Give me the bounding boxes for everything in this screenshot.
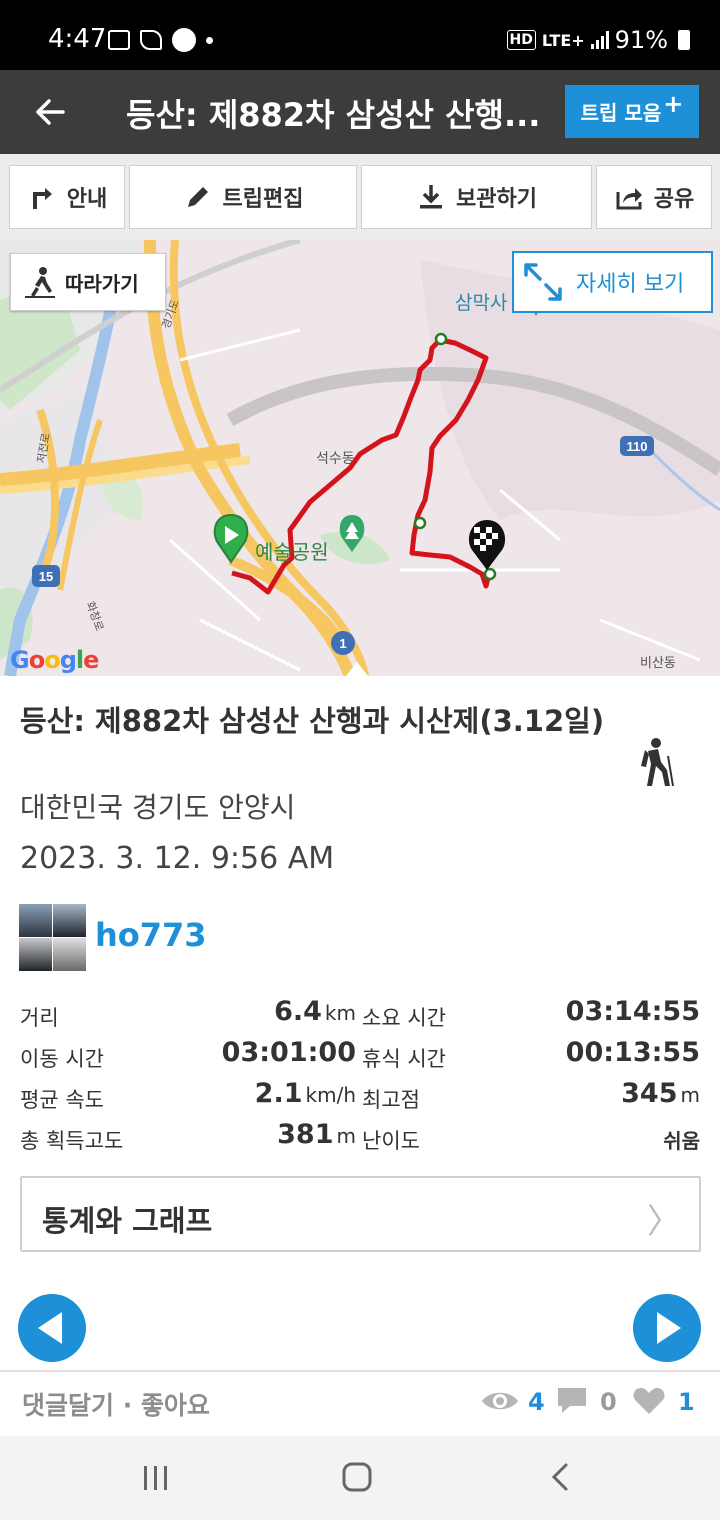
stats-graph-button[interactable]: 통계와 그래프 〉 <box>20 1176 701 1252</box>
detail-view-button[interactable]: 자세히 보기 <box>512 251 713 313</box>
map-label-temple: 삼막사 <box>455 292 508 314</box>
elevation-gain-label: 총 획득고도 <box>20 1129 124 1153</box>
app-badge-icon <box>172 28 196 52</box>
plus-icon: + <box>663 89 684 118</box>
status-time: 4:47 <box>48 24 107 54</box>
route-map[interactable]: 110 15 1 삼막사 석수동 예술공원 비산동 경기도 저전로 화창로 따라… <box>0 240 720 676</box>
duration-value: 03:14:55 <box>565 996 700 1027</box>
save-label: 보관하기 <box>456 187 537 212</box>
rest-time-value: 00:13:55 <box>565 1037 700 1068</box>
heart-icon[interactable] <box>632 1386 666 1416</box>
stats-row: 거리 6.4 km 소요 시간 03:14:55 <box>20 996 700 1037</box>
stats-graph-label: 통계와 그래프 <box>42 1204 213 1238</box>
avatar[interactable] <box>19 904 86 971</box>
elevation-gain-value: 381 m <box>277 1119 356 1150</box>
google-attribution: Google <box>10 646 99 674</box>
username-link[interactable]: ho773 <box>95 916 207 954</box>
moving-time-value: 03:01:00 <box>221 1037 356 1068</box>
peak-label: 최고점 <box>362 1088 420 1112</box>
chevron-right-icon: 〉 <box>647 1202 681 1242</box>
views-count: 4 <box>528 1388 545 1416</box>
edit-trip-button[interactable]: 트립편집 <box>129 165 357 229</box>
more-dot-icon <box>206 36 213 44</box>
triangle-right-icon <box>657 1312 681 1344</box>
trip-location: 대한민국 경기도 안양시 <box>20 791 296 824</box>
recent-apps-icon[interactable] <box>140 1464 172 1492</box>
walker-icon <box>25 267 55 298</box>
gallery-icon <box>108 30 130 50</box>
signal-icon <box>590 31 609 49</box>
trip-title: 등산: 제882차 삼성산 산행과 시산제(3.12일) <box>20 704 605 738</box>
back-nav-icon[interactable] <box>548 1462 572 1492</box>
back-arrow-icon[interactable] <box>30 92 70 132</box>
distance-label: 거리 <box>20 1006 59 1030</box>
stats-row: 이동 시간 03:01:00 휴식 시간 00:13:55 <box>20 1037 700 1078</box>
download-icon <box>420 185 443 209</box>
page-title: 등산: 제882차 삼성산 산행... <box>126 96 541 134</box>
trip-stats: 거리 6.4 km 소요 시간 03:14:55 이동 시간 03:01:00 휴… <box>20 996 700 1160</box>
trip-datetime: 2023. 3. 12. 9:56 AM <box>20 841 335 876</box>
save-button[interactable]: 보관하기 <box>361 165 592 229</box>
notification-icons <box>108 28 213 52</box>
waypoint-marker[interactable] <box>434 332 448 346</box>
edit-trip-label: 트립편집 <box>222 187 304 212</box>
expand-icon <box>524 263 562 301</box>
social-bar: 댓글달기 · 좋아요 4 0 1 <box>0 1372 720 1434</box>
difficulty-value: 쉬움 <box>663 1129 700 1153</box>
comment-like-link[interactable]: 댓글달기 · 좋아요 <box>22 1386 210 1422</box>
stats-row: 총 획득고도 381 m 난이도 쉬움 <box>20 1119 700 1160</box>
hiking-icon <box>641 738 674 787</box>
peak-value: 345 m <box>621 1078 700 1109</box>
feather-icon <box>140 30 162 50</box>
share-label: 공유 <box>653 187 695 212</box>
duration-label: 소요 시간 <box>362 1006 446 1030</box>
home-icon[interactable] <box>340 1460 374 1494</box>
battery-icon <box>678 30 690 50</box>
waypoint-marker[interactable] <box>413 516 427 530</box>
trip-collection-button[interactable]: 트립 모음 + <box>565 85 699 138</box>
turn-arrow-icon <box>32 188 52 209</box>
waypoint-marker[interactable] <box>483 567 497 581</box>
detail-label: 자세히 보기 <box>576 272 685 297</box>
network-type: LTE+ <box>541 30 585 50</box>
pencil-icon <box>187 187 208 207</box>
eye-icon <box>482 1392 518 1410</box>
app-bar: 등산: 제882차 삼성산 산행... 트립 모음 + <box>0 70 720 154</box>
route-shield-1-label: 1 <box>339 636 346 651</box>
system-icons: HD LTE+ 91% <box>506 26 690 54</box>
system-nav-bar <box>0 1436 720 1520</box>
route-shield-15-label: 15 <box>39 569 53 584</box>
likes-count: 1 <box>678 1388 695 1416</box>
guide-label: 안내 <box>66 187 108 212</box>
triangle-left-icon <box>38 1312 62 1344</box>
distance-value: 6.4 km <box>274 996 356 1027</box>
stats-row: 평균 속도 2.1 km/h 최고점 345 m <box>20 1078 700 1119</box>
map-label-bisan: 비산동 <box>640 656 676 671</box>
rest-time-label: 휴식 시간 <box>362 1047 446 1071</box>
follow-label: 따라가기 <box>65 271 139 296</box>
guide-button[interactable]: 안내 <box>9 165 125 229</box>
previous-trip-button[interactable] <box>18 1294 86 1362</box>
comments-count: 0 <box>600 1388 617 1416</box>
action-toolbar: 안내 트립편집 보관하기 공유 <box>0 154 720 240</box>
hd-badge: HD <box>506 30 536 50</box>
share-button[interactable]: 공유 <box>596 165 712 229</box>
follow-button[interactable]: 따라가기 <box>10 253 166 311</box>
map-label-seoksu: 석수동 <box>316 451 355 467</box>
share-icon <box>616 188 642 210</box>
map-label-park: 예술공원 <box>255 540 329 564</box>
battery-percent: 91% <box>614 26 668 54</box>
comment-icon[interactable] <box>556 1386 588 1416</box>
status-bar: 4:47 HD LTE+ 91% <box>0 0 720 70</box>
route-shield-110-label: 110 <box>627 439 648 454</box>
avg-speed-label: 평균 속도 <box>20 1088 104 1112</box>
difficulty-label: 난이도 <box>362 1129 420 1153</box>
trip-collection-label: 트립 모음 <box>580 101 662 125</box>
next-trip-button[interactable] <box>633 1294 701 1362</box>
avg-speed-value: 2.1 km/h <box>254 1078 356 1109</box>
moving-time-label: 이동 시간 <box>20 1047 104 1071</box>
